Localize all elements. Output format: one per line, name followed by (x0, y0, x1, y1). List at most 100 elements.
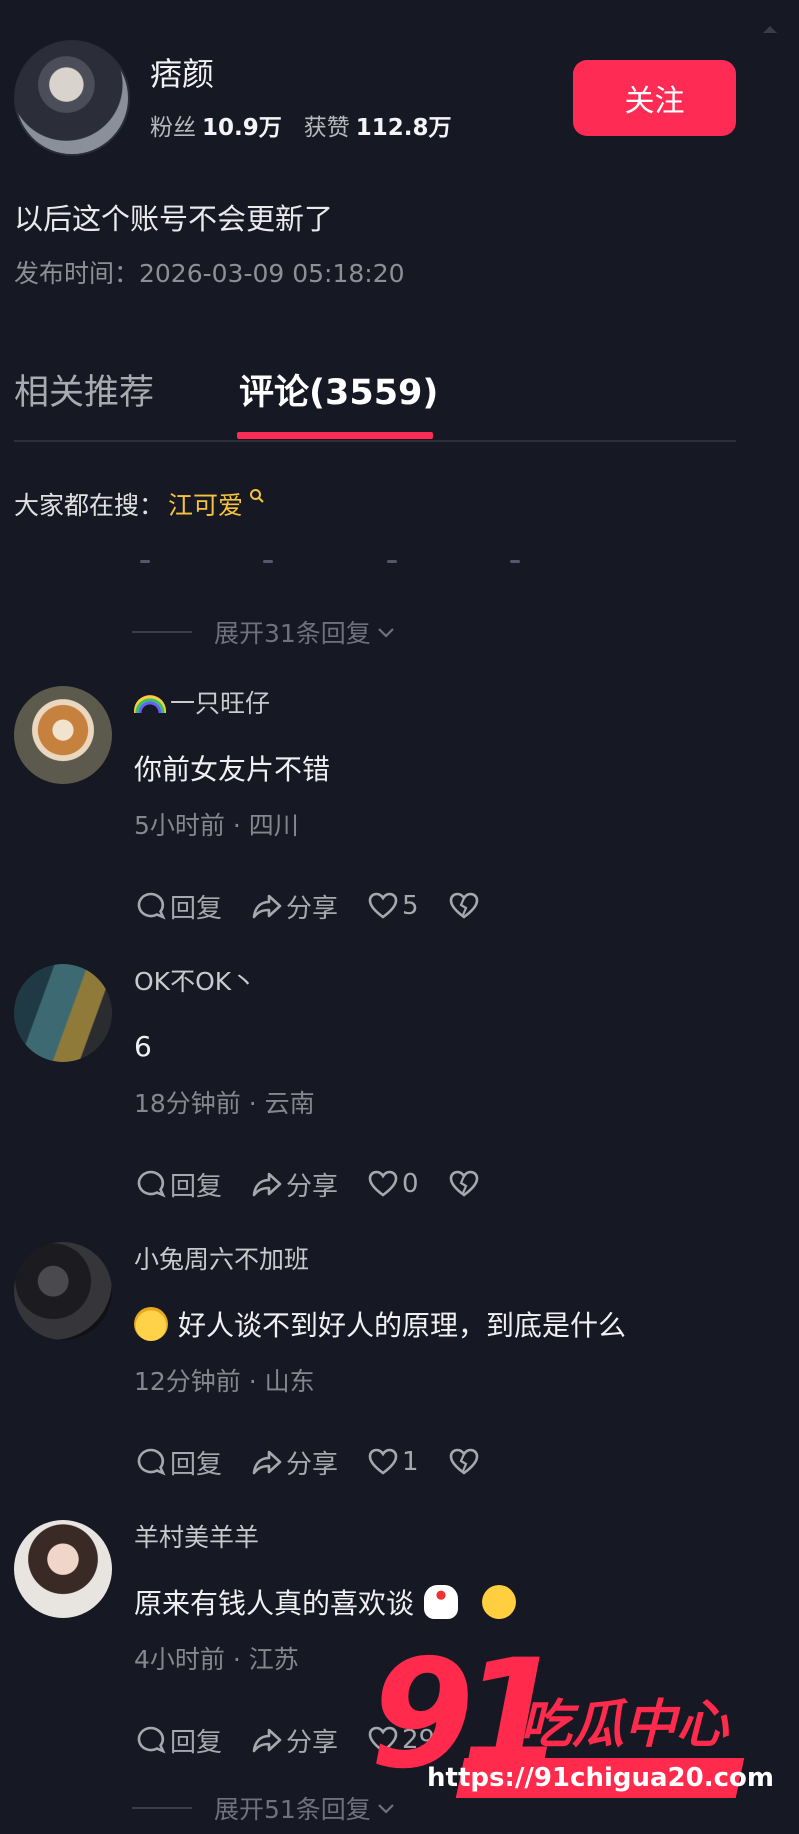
like-button[interactable]: 1 (366, 1445, 419, 1479)
comment-bubble-icon (137, 1726, 166, 1754)
share-button[interactable]: 分享 (250, 1444, 338, 1481)
comment-meta: 5小时前 · 四川 (134, 811, 299, 840)
broken-heart-icon (449, 892, 478, 919)
watermark-url-text: https://91chigua20.com (426, 1763, 774, 1793)
commenter-name-text: 羊村美羊羊 (134, 1523, 260, 1552)
dislike-button[interactable] (447, 1445, 483, 1479)
commenter-avatar[interactable] (14, 686, 112, 784)
comment-text-content: 好人谈不到好人的原理，到底是什么 (178, 1309, 627, 1342)
share-button[interactable]: 分享 (250, 1722, 338, 1759)
like-count: 1 (402, 1447, 419, 1477)
search-suggestion-prefix: 大家都在搜： (14, 491, 165, 520)
comment-text: 原来有钱人真的喜欢谈 (134, 1584, 526, 1620)
comment-bubble-icon (137, 892, 166, 920)
rainbow-icon (134, 695, 166, 713)
reply-button[interactable]: 回复 (134, 1166, 222, 1203)
author-stats: 粉丝 10.9万 获赞 112.8万 (150, 108, 452, 142)
reply-label: 回复 (170, 1727, 223, 1758)
share-label: 分享 (286, 1171, 339, 1202)
comment-text: 好人谈不到好人的原理，到底是什么 (134, 1306, 626, 1342)
share-label: 分享 (286, 893, 339, 924)
share-label: 分享 (286, 1449, 339, 1480)
author-name[interactable]: 痞颜 (150, 54, 452, 94)
scroll-indicator[interactable] (763, 26, 777, 33)
chicken-emoji-icon (424, 1585, 459, 1619)
heart-icon (368, 892, 398, 919)
search-suggestion: 大家都在搜： 江可爱 (14, 486, 265, 522)
follow-button[interactable]: 关注 (573, 60, 736, 136)
share-arrow-icon (252, 894, 282, 919)
commenter-avatar[interactable] (14, 964, 112, 1062)
comment-meta: 12分钟前 · 山东 (134, 1367, 315, 1396)
commenter-avatar[interactable] (14, 1520, 112, 1618)
reply-button[interactable]: 回复 (134, 1444, 222, 1481)
followers-label: 粉丝 (150, 115, 196, 141)
comment-actions: 回复 分享 5 (134, 888, 511, 924)
author-avatar[interactable] (14, 40, 130, 156)
likes-label: 获赞 (303, 115, 350, 141)
search-keyword-link[interactable]: 江可爱 (168, 486, 243, 522)
commenter-name-text: 一只旺仔 (170, 689, 271, 718)
comment-body: 小兔周六不加班 好人谈不到好人的原理，到底是什么 12分钟前 · 山东 回复 分… (134, 1242, 626, 1480)
expand-replies-label: 展开51条回复 (214, 1795, 371, 1824)
followers-value: 10.9万 (202, 115, 282, 141)
post-title: 以后这个账号不会更新了 (14, 202, 334, 236)
tab-bar: 相关推荐 评论(3559) (14, 362, 736, 442)
like-button[interactable]: 0 (366, 1167, 419, 1201)
watermark-url: https://91chigua20.com (427, 1758, 773, 1798)
dislike-button[interactable] (447, 1167, 483, 1201)
commenter-name[interactable]: 小兔周六不加班 (134, 1242, 626, 1278)
broken-heart-icon (449, 1448, 478, 1475)
chevron-down-icon (378, 628, 394, 638)
like-count: 0 (402, 1169, 419, 1199)
comment-bubble-icon (137, 1170, 166, 1198)
like-button[interactable]: 5 (366, 889, 419, 923)
search-icon (250, 489, 264, 503)
commenter-avatar[interactable] (14, 1242, 112, 1340)
commenter-name[interactable]: OK不OK丶 (134, 964, 511, 1000)
comment-body: OK不OK丶 6 18分钟前 · 云南 回复 分享 0 (134, 964, 511, 1202)
author-info: 痞颜 粉丝 10.9万 获赞 112.8万 (150, 54, 452, 142)
likes-stat: 获赞 112.8万 (304, 108, 452, 142)
share-arrow-icon (252, 1450, 282, 1475)
reply-button[interactable]: 回复 (134, 1722, 222, 1759)
tab-comments[interactable]: 评论(3559) (239, 364, 438, 415)
commenter-name[interactable]: 一只旺仔 (134, 686, 511, 722)
divider-line (132, 631, 192, 633)
share-button[interactable]: 分享 (250, 888, 338, 925)
emoji-icon (134, 1307, 168, 1341)
expand-replies-button[interactable]: 展开31条回复 (132, 614, 397, 650)
watermark-text: 吃瓜中心 (520, 1695, 729, 1755)
reply-button[interactable]: 回复 (134, 888, 222, 925)
comment-actions: 回复 分享 0 (134, 1166, 511, 1202)
comment-body: 一只旺仔 你前女友片不错 5小时前 · 四川 回复 分享 5 (134, 686, 511, 924)
share-button[interactable]: 分享 (250, 1166, 338, 1203)
broken-heart-icon (449, 1170, 478, 1197)
commenter-name-text: 小兔周六不加班 (134, 1245, 310, 1274)
dislike-button[interactable] (447, 889, 483, 923)
tab-related[interactable]: 相关推荐 (14, 364, 154, 415)
comment-text: 6 (134, 1029, 152, 1063)
comment-bubble-icon (137, 1448, 166, 1476)
commenter-name-text: OK不OK丶 (134, 967, 257, 996)
comment-actions: 回复 分享 1 (134, 1444, 626, 1480)
reply-label: 回复 (170, 1449, 223, 1480)
divider-line (132, 1807, 192, 1809)
reply-label: 回复 (170, 1171, 223, 1202)
share-label: 分享 (286, 1727, 339, 1758)
comment-meta: 18分钟前 · 云南 (134, 1089, 315, 1118)
comment-text-content: 原来有钱人真的喜欢谈 (134, 1587, 415, 1620)
expand-replies-button[interactable]: 展开51条回复 (132, 1790, 397, 1826)
followers-stat: 粉丝 10.9万 (150, 108, 282, 142)
reply-label: 回复 (170, 893, 223, 924)
heart-icon (368, 1448, 398, 1475)
active-tab-indicator (237, 432, 433, 439)
post-publish-time: 发布时间：2026-03-09 05:18:20 (14, 259, 405, 288)
likes-value: 112.8万 (355, 115, 452, 141)
like-count: 5 (402, 891, 419, 921)
commenter-name[interactable]: 羊村美羊羊 (134, 1520, 526, 1556)
heart-icon (368, 1170, 398, 1197)
share-arrow-icon (252, 1728, 282, 1753)
author-header: 痞颜 粉丝 10.9万 获赞 112.8万 (14, 40, 452, 156)
watermark: 91 吃瓜中心 https://91chigua20.com (370, 1640, 773, 1810)
